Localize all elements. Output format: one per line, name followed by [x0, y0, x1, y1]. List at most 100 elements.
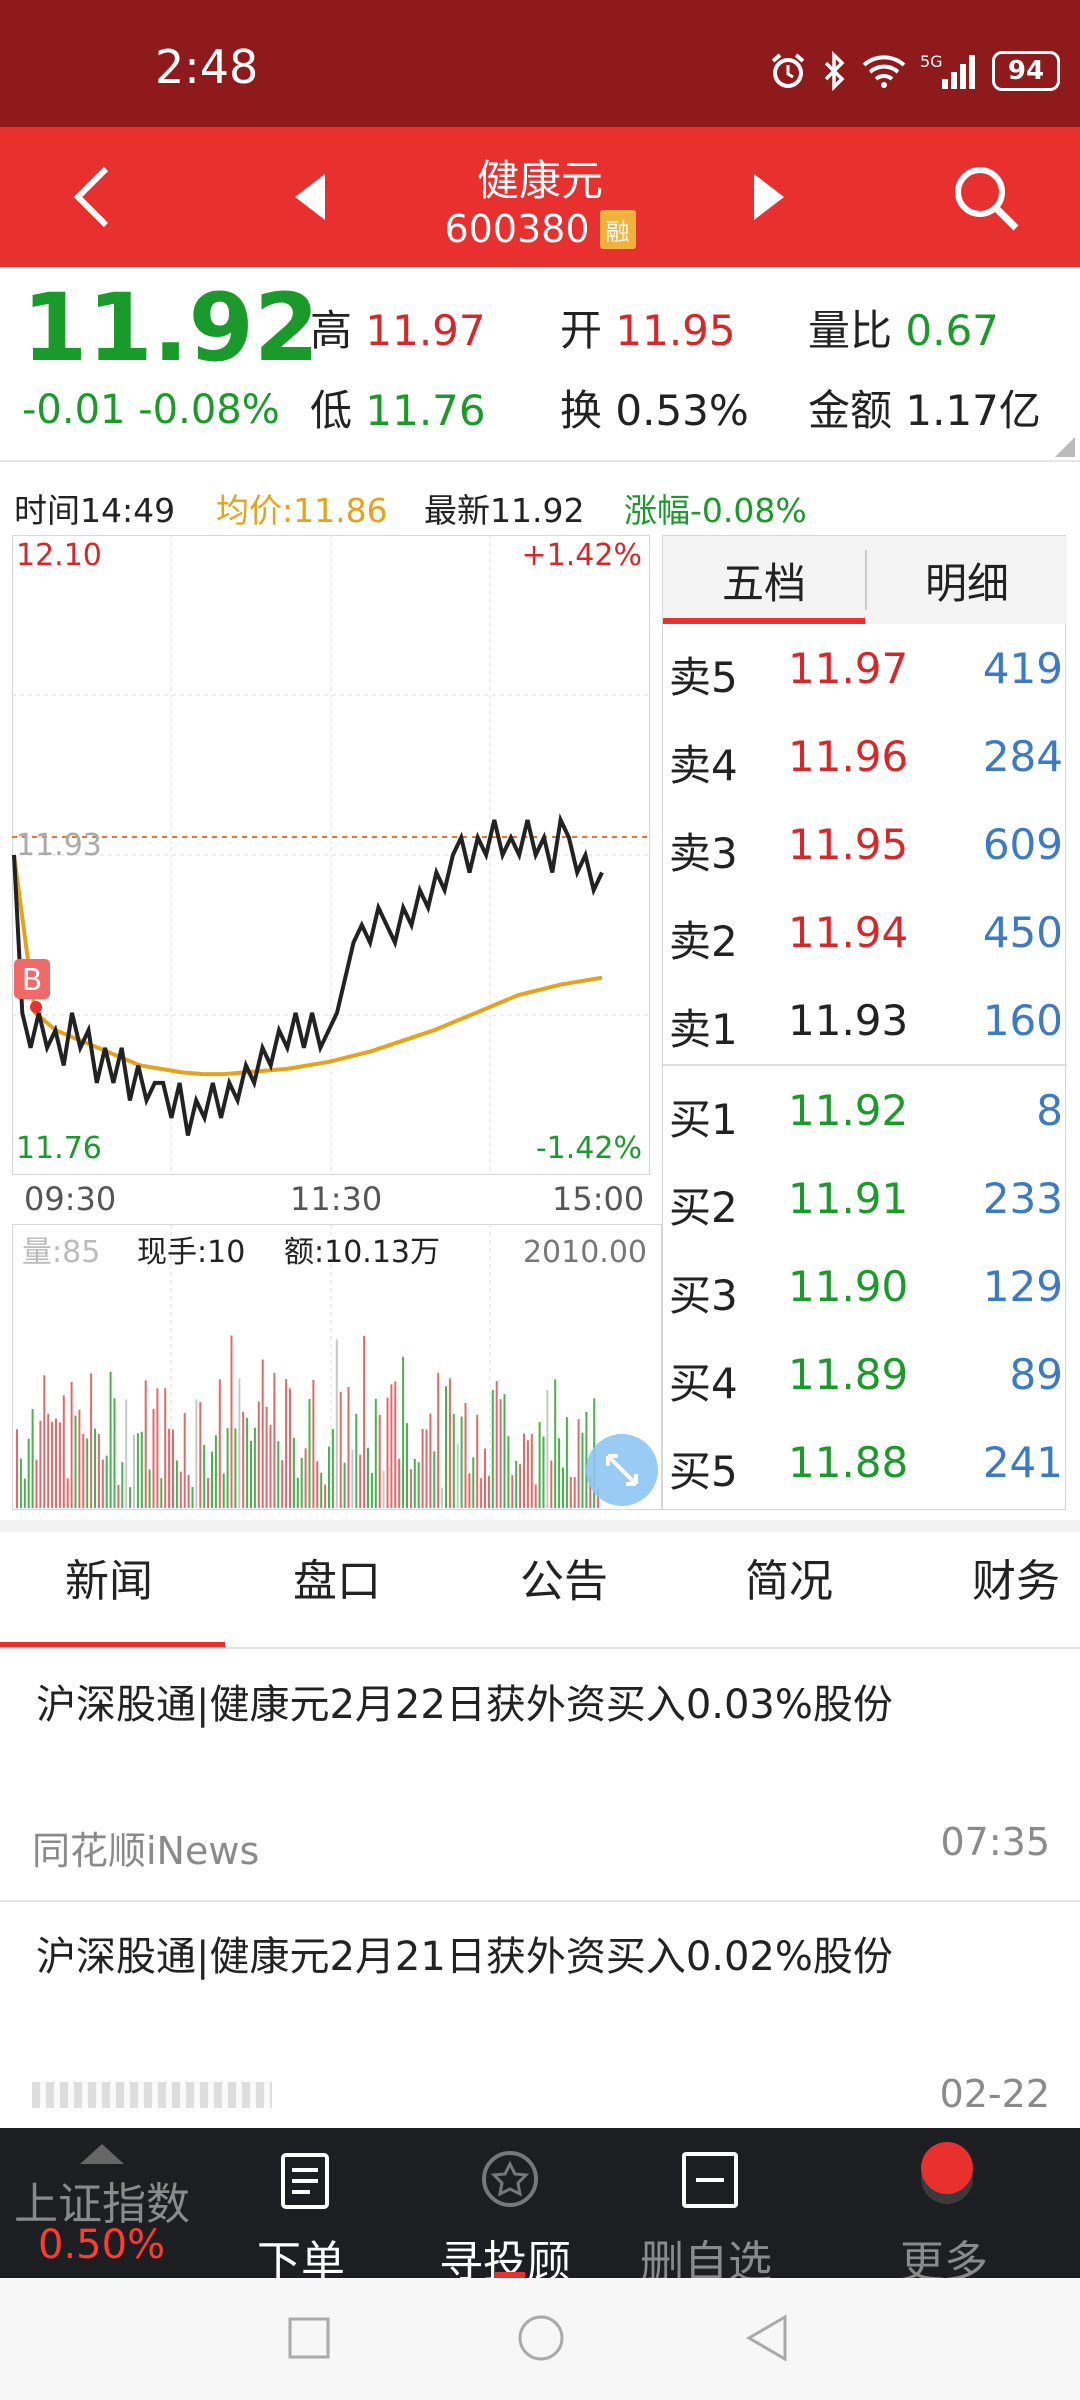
volume-bar — [23, 1478, 26, 1508]
sell-level-row[interactable]: 卖1 11.93 160 — [663, 976, 1067, 1064]
volume-bar — [218, 1379, 221, 1508]
volume-bar — [460, 1416, 463, 1508]
volume-bar — [105, 1455, 108, 1508]
advisor-icon — [482, 2151, 538, 2207]
tab-announcements[interactable]: 公告 — [520, 1545, 608, 1609]
volume-bar — [86, 1438, 89, 1508]
volume-bar — [347, 1387, 350, 1508]
news-title: 沪深股通|健康元2月22日获外资买入0.03%股份 — [36, 1682, 893, 1728]
change-percent: -0.08% — [138, 387, 280, 433]
x-tick-open: 09:30 — [24, 1180, 117, 1218]
volume-bar — [269, 1424, 272, 1508]
amount-value: 1.17亿 — [905, 386, 1041, 435]
nav-advisor[interactable]: 寻投顾 — [435, 2128, 585, 2288]
low-label: 低 — [310, 386, 353, 435]
buy-level-row[interactable]: 买2 11.91 233 — [663, 1154, 1067, 1242]
nav-delete-watchlist[interactable]: 删自选 — [635, 2128, 785, 2288]
volume-bar — [456, 1443, 459, 1508]
wifi-icon — [862, 55, 906, 88]
volume-bar — [526, 1440, 529, 1508]
buy-level-row[interactable]: 买1 11.92 8 — [663, 1066, 1067, 1154]
volume-bar — [230, 1335, 233, 1508]
volume-bar — [569, 1477, 572, 1508]
pct-min-label: -1.42% — [536, 1131, 642, 1166]
level-price: 11.97 — [788, 644, 909, 693]
volume-bar — [421, 1429, 424, 1508]
buy-level-row[interactable]: 买4 11.89 89 — [663, 1330, 1067, 1418]
volume-bar — [172, 1429, 174, 1508]
volume-bar — [320, 1472, 323, 1508]
sell-levels: 卖5 11.97 419 卖4 11.96 284 卖3 11.95 609 卖2 11.94 450… — [663, 624, 1067, 1064]
volume-bar — [253, 1427, 256, 1508]
level-label: 卖1 — [669, 1005, 738, 1054]
level-volume: 233 — [982, 1174, 1063, 1223]
volume-bar — [55, 1418, 57, 1508]
buy-level-row[interactable]: 买5 11.88 241 — [663, 1418, 1067, 1506]
level-volume: 450 — [982, 908, 1063, 957]
chevron-up-icon — [80, 2144, 124, 2164]
volume-bar — [452, 1414, 455, 1508]
volume-bar — [289, 1388, 291, 1508]
stock-code-row: 600380 融 — [0, 207, 1080, 251]
volume-bar — [246, 1417, 249, 1508]
volume-bar — [519, 1463, 522, 1508]
sell-level-row[interactable]: 卖4 11.96 284 — [663, 712, 1067, 800]
sell-level-row[interactable]: 卖3 11.95 609 — [663, 800, 1067, 888]
volume-chart[interactable]: 量:85 现手:10 额:10.13万 2010.00 — [12, 1224, 662, 1510]
info-latest: 最新11.92 — [424, 491, 585, 530]
next-stock-icon[interactable] — [752, 172, 786, 222]
volume-bar — [47, 1413, 50, 1508]
volume-bar — [495, 1381, 498, 1508]
x-tick-close: 15:00 — [552, 1180, 645, 1218]
volume-bar — [160, 1478, 163, 1508]
volume-bar — [394, 1381, 397, 1508]
recent-apps-icon[interactable] — [287, 2316, 331, 2360]
sell-level-row[interactable]: 卖2 11.94 450 — [663, 888, 1067, 976]
tab-five-levels[interactable]: 五档 — [663, 536, 865, 624]
x-tick-mid: 11:30 — [290, 1180, 383, 1218]
volume-bar — [530, 1433, 533, 1508]
svg-text:5G: 5G — [920, 52, 943, 71]
nav-index[interactable]: 上证指数 0.50% — [0, 2128, 205, 2278]
status-bar: 2:48 5G 94 — [0, 0, 1080, 127]
back-icon[interactable] — [745, 2314, 789, 2362]
system-nav-bar — [0, 2278, 1080, 2400]
volume-bar — [175, 1460, 178, 1508]
volume-bar — [355, 1413, 358, 1508]
volume-bar — [214, 1435, 217, 1508]
news-item[interactable]: 沪深股通|健康元2月21日获外资买入0.02%股份 02-22 — [0, 1902, 1080, 2128]
volume-bar — [281, 1460, 284, 1508]
level-label: 卖5 — [669, 653, 738, 702]
volume-label: 量:85 — [22, 1235, 100, 1270]
buy-level-row[interactable]: 买3 11.90 129 — [663, 1242, 1067, 1330]
level-volume: 160 — [982, 996, 1063, 1045]
buy-levels: 买1 11.92 8 买2 11.91 233 买3 11.90 129 买4 11.89 89 买5 1… — [663, 1066, 1067, 1506]
volume-bar — [562, 1467, 564, 1508]
volume-bar — [62, 1395, 65, 1508]
current-hand: 现手:10 — [137, 1235, 245, 1270]
tab-financials[interactable]: 财务 — [972, 1545, 1060, 1609]
index-percent: 0.50% — [38, 2222, 166, 2268]
volume-bar — [199, 1402, 202, 1508]
nav-order[interactable]: 下单 — [235, 2128, 375, 2288]
status-time: 2:48 — [155, 40, 259, 94]
intraday-chart[interactable]: 12.10 +1.42% 11.93 11.76 -1.42% B — [12, 535, 650, 1175]
home-icon[interactable] — [517, 2314, 565, 2362]
tab-overview[interactable]: 简况 — [745, 1545, 833, 1609]
more-icon — [921, 2142, 973, 2204]
volume-bar — [581, 1432, 584, 1508]
expand-corner-icon[interactable] — [1055, 437, 1075, 457]
tab-news[interactable]: 新闻 — [65, 1545, 153, 1609]
volume-bar — [425, 1429, 428, 1508]
nav-more[interactable]: 更多 — [880, 2128, 1010, 2288]
search-icon[interactable] — [950, 162, 1022, 234]
volume-bar — [97, 1433, 100, 1508]
info-avg-price: 均价:11.86 — [216, 491, 388, 530]
info-time: 时间14:49 — [14, 491, 176, 530]
tab-detail[interactable]: 明细 — [867, 536, 1067, 624]
sell-level-row[interactable]: 卖5 11.97 419 — [663, 624, 1067, 712]
volume-bar — [339, 1391, 342, 1508]
volume-bar — [129, 1487, 132, 1508]
tab-order-book[interactable]: 盘口 — [293, 1545, 381, 1609]
news-item[interactable]: 沪深股通|健康元2月22日获外资买入0.03%股份 同花顺iNews 07:35 — [0, 1650, 1080, 1900]
